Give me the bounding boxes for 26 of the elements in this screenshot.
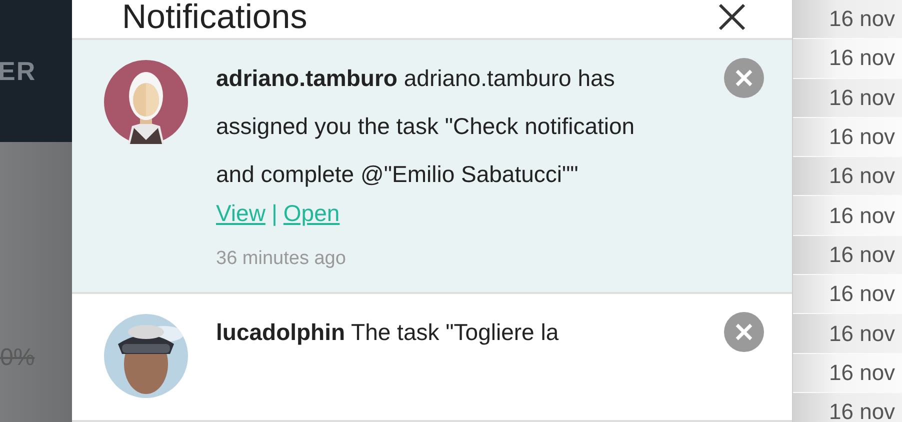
date-text: 16 nov	[829, 124, 896, 150]
close-icon	[735, 323, 753, 341]
date-text: 16 nov	[829, 242, 896, 268]
date-text: 16 nov	[829, 320, 896, 347]
date-text: 16 nov	[829, 202, 896, 229]
date-text: 16 nov	[829, 163, 896, 190]
date-text: 16 nov	[829, 281, 896, 308]
date-text: 16 nov	[829, 84, 896, 111]
notification-link[interactable]: Open	[283, 198, 340, 228]
date-text: 16 nov	[829, 45, 896, 72]
date-text: 16 nov	[829, 6, 896, 32]
notification-time: 36 minutes ago	[216, 248, 347, 270]
dismiss-button[interactable]	[724, 312, 764, 352]
dialog-title: Notifications	[122, 0, 308, 37]
header-label: ER	[0, 56, 36, 86]
notification-text: lucadolphin The task "Togliere la	[216, 318, 560, 347]
date-text: 16 nov	[829, 399, 896, 422]
link-separator: |	[271, 199, 278, 228]
avatar-icon	[104, 60, 188, 144]
date-text: 16 nov	[829, 360, 896, 386]
notification-text: adriano.tamburo adriano.tamburo has assigned you the task "Check notification and complete @"Emilio Sabatucci""	[216, 64, 636, 189]
close-button[interactable]	[717, 2, 747, 32]
notification-link[interactable]: View	[216, 198, 266, 228]
close-icon	[717, 2, 747, 32]
dismiss-button[interactable]	[724, 58, 764, 98]
close-icon	[735, 69, 753, 87]
